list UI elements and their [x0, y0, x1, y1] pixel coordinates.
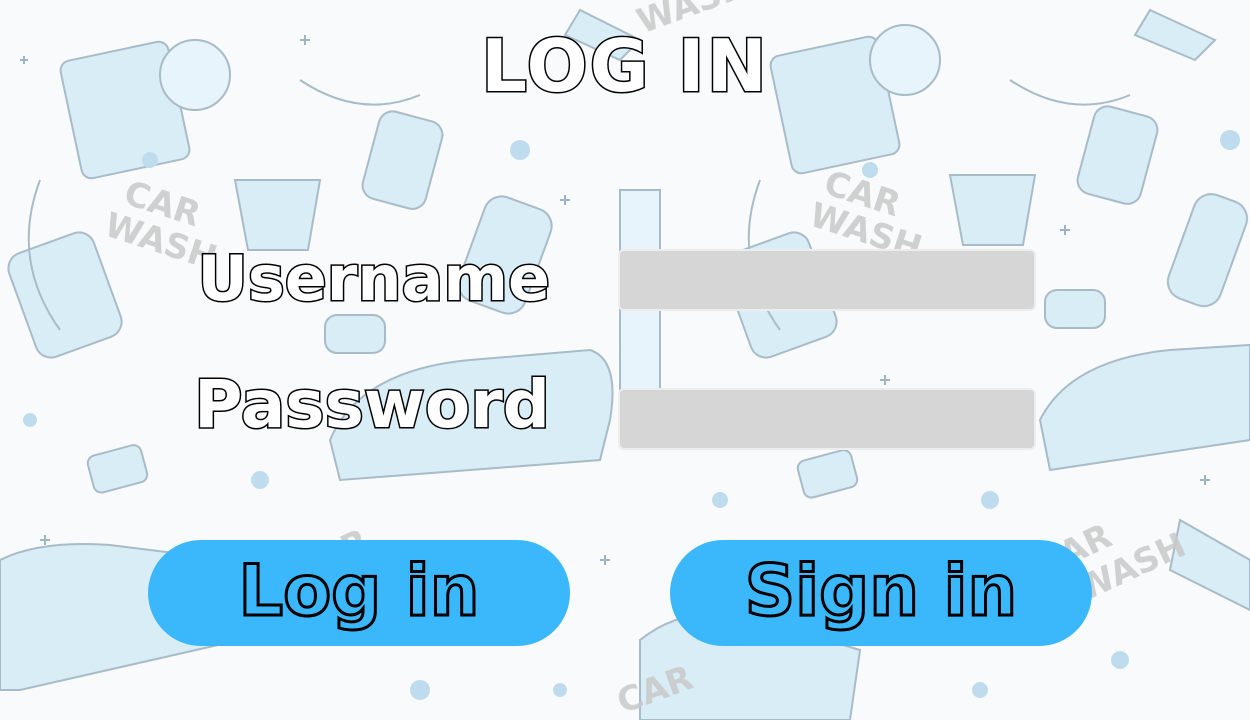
sign-in-button[interactable]: Sign in [670, 540, 1092, 646]
log-in-button[interactable]: Log in [148, 540, 570, 646]
password-input[interactable] [618, 388, 1036, 450]
username-input[interactable] [618, 249, 1036, 311]
password-label: Password [193, 366, 552, 443]
page-title: LOG IN [480, 24, 769, 108]
username-label: Username [196, 242, 552, 315]
sign-in-button-label: Sign in [743, 550, 1019, 632]
log-in-button-label: Log in [237, 550, 481, 632]
